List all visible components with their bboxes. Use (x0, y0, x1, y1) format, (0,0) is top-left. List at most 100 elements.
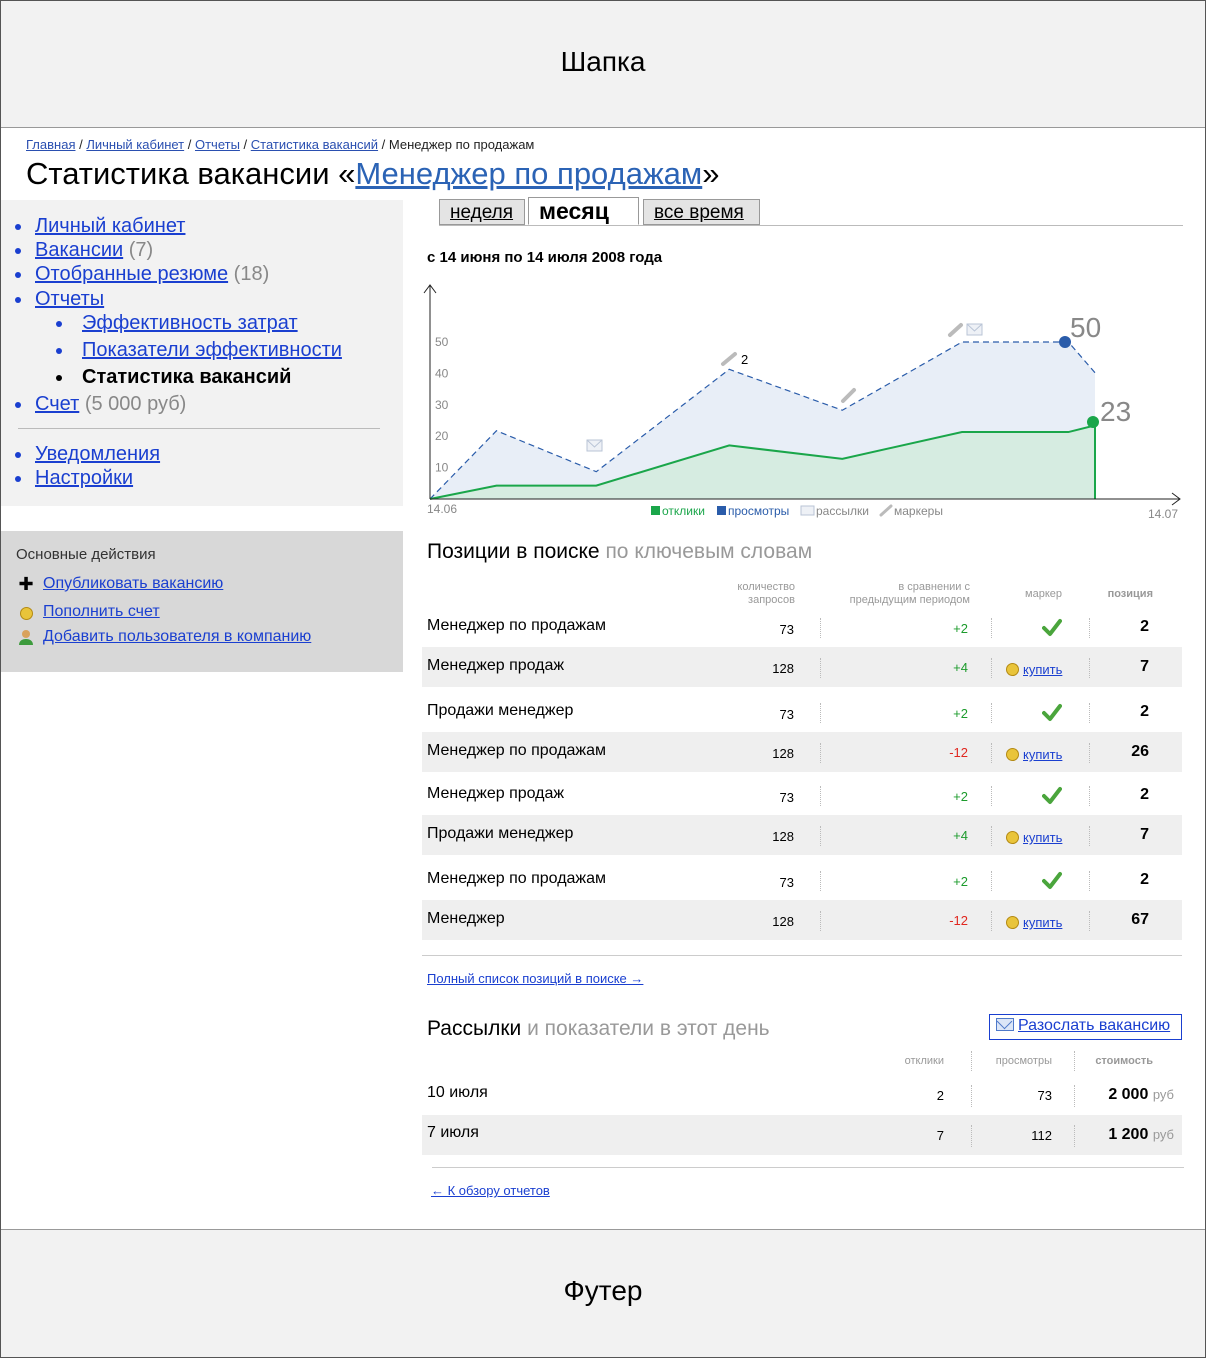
mailing-cost: 2 000 руб (1108, 1086, 1174, 1103)
buy-marker-link[interactable]: купить (1006, 662, 1076, 677)
publish-vacancy-action[interactable]: ✚ Опубликовать вакансию (18, 575, 223, 593)
position-cell: 2 (1140, 786, 1149, 803)
keyword-cell: Продажи менеджер (427, 702, 574, 719)
table-row: 10 июля 2 73 2 000 руб (422, 1075, 1182, 1115)
page-footer: Футер (0, 1229, 1206, 1358)
mailings-divider (432, 1167, 1184, 1168)
sidebar-item-notifications[interactable]: Уведомления (15, 443, 160, 466)
x-start-label: 14.06 (427, 502, 457, 516)
views-peak-callout: 50 (1070, 312, 1101, 343)
breadcrumb-home[interactable]: Главная (26, 137, 75, 152)
x-end-label: 14.07 (1148, 507, 1178, 521)
send-vacancy-button[interactable]: Разослать вакансию (989, 1014, 1182, 1040)
buy-marker-link[interactable]: купить (1006, 915, 1076, 930)
mailing-views: 73 (1037, 1088, 1052, 1103)
table-row: Менеджер по продажам 73 +2 2 (422, 860, 1182, 900)
keyword-cell: Менеджер по продажам (427, 742, 607, 759)
keyword-cell: Менеджер по продажам (427, 870, 607, 887)
keyword-cell: Менеджер (427, 910, 505, 927)
breadcrumb-reports[interactable]: Отчеты (195, 137, 240, 152)
legend-views: просмотры (728, 504, 789, 518)
breadcrumb-stats[interactable]: Статистика вакансий (251, 137, 378, 152)
keyword-cell: Менеджер продаж (427, 657, 565, 674)
plus-icon: ✚ (18, 574, 34, 594)
y-tick-label: 30 (435, 398, 449, 412)
sidebar-item-resumes[interactable]: Отобранные резюме (18) (15, 263, 269, 286)
main-actions-box: Основные действия ✚ Опубликовать ваканси… (0, 531, 403, 672)
mailing-cost: 1 200 руб (1108, 1126, 1174, 1143)
queries-cell: 73 (779, 790, 794, 805)
sidebar-subitem-cost-efficiency[interactable]: Эффективность затрат (56, 312, 298, 335)
mailing-responses: 7 (936, 1128, 944, 1143)
keyword-cell: Менеджер по продажам (427, 617, 607, 634)
table-row: Менеджер продаж 73 +2 2 (422, 775, 1182, 815)
actions-title: Основные действия (16, 546, 156, 563)
mailing-icon (966, 323, 983, 336)
col-position-header: позиция (1107, 588, 1153, 600)
coins-icon (1006, 663, 1019, 676)
table-row: Менеджер продаж 128 +4 купить 7 (422, 647, 1182, 687)
period-label: с 14 июня по 14 июля 2008 года (427, 249, 663, 266)
vacancy-title-link[interactable]: Менеджер по продажам (355, 156, 702, 191)
legend-swatch-responses (651, 506, 660, 515)
tab-all-time[interactable]: все время (643, 199, 760, 225)
legend-swatch-mailings (800, 505, 815, 516)
col-views-header: просмотры (995, 1055, 1052, 1067)
diff-cell: +4 (953, 828, 968, 843)
diff-cell: +2 (953, 874, 968, 889)
table-row: 7 июля 7 112 1 200 руб (422, 1115, 1182, 1155)
check-icon (1042, 704, 1062, 721)
footer-label: Футер (563, 1275, 643, 1306)
check-icon (1042, 619, 1062, 636)
sidebar-item-account[interactable]: Счет (5 000 руб) (15, 393, 186, 416)
sidebar-item-reports[interactable]: Отчеты (15, 288, 104, 311)
top-up-account-action[interactable]: Пополнить счет (19, 603, 160, 621)
check-icon (1042, 787, 1062, 804)
table-row: Менеджер по продажам 73 +2 2 (422, 607, 1182, 647)
tab-week[interactable]: неделя (439, 199, 525, 225)
keyword-cell: Менеджер продаж (427, 785, 565, 802)
page-header: Шапка (0, 0, 1206, 128)
y-tick-label: 50 (435, 335, 449, 349)
header-label: Шапка (560, 46, 646, 77)
page-title: Статистика вакансии «Менеджер по продажа… (26, 156, 720, 191)
full-positions-link[interactable]: Полный список позиций в поиске → (427, 971, 643, 986)
breadcrumb-current: Менеджер по продажам (388, 137, 535, 152)
mailing-icon (586, 439, 603, 452)
marker-count-label: 2 (741, 352, 748, 367)
add-user-action[interactable]: Добавить пользователя в компанию (19, 628, 311, 646)
table-row: Менеджер по продажам 128 -12 купить 26 (422, 732, 1182, 772)
marker-icon (948, 323, 963, 337)
positions-title: Позиции в поиске по ключевым словам (427, 540, 813, 563)
buy-marker-link[interactable]: купить (1006, 747, 1076, 762)
queries-cell: 73 (779, 707, 794, 722)
diff-cell: +2 (953, 621, 968, 636)
legend-responses: отклики (662, 504, 705, 518)
sidebar-item-cabinet[interactable]: Личный кабинет (15, 215, 185, 238)
mailing-date: 7 июля (427, 1124, 479, 1141)
mailing-responses: 2 (936, 1088, 944, 1103)
coins-icon (1006, 831, 1019, 844)
position-cell: 2 (1140, 871, 1149, 888)
marker-icon (721, 352, 737, 366)
position-cell: 7 (1140, 658, 1149, 675)
buy-marker-link[interactable]: купить (1006, 830, 1076, 845)
check-icon (1042, 872, 1062, 889)
y-tick-label: 20 (435, 429, 449, 443)
user-add-icon (17, 628, 35, 646)
position-cell: 7 (1140, 826, 1149, 843)
stats-chart-svg: 10 20 30 40 50 50 23 2 14.06 14.07 отклики п… (423, 284, 1181, 521)
back-to-reports-link[interactable]: ← К обзору отчетов (431, 1183, 550, 1198)
legend-swatch-markers (879, 504, 893, 517)
sidebar-divider (18, 428, 380, 429)
sidebar-item-vacancies[interactable]: Вакансии (7) (15, 239, 153, 262)
sidebar-subitem-efficiency-metrics[interactable]: Показатели эффективности (56, 339, 342, 362)
stats-chart: 10 20 30 40 50 50 23 2 14.06 14.07 отклики п… (420, 280, 1190, 525)
table-row: Менеджер 128 -12 купить 67 (422, 900, 1182, 940)
breadcrumb-cabinet[interactable]: Личный кабинет (86, 137, 184, 152)
col-marker-header: маркер (1025, 588, 1062, 600)
legend-swatch-views (717, 506, 726, 515)
col-compare-header: в сравнении с предыдущим периодом (849, 581, 970, 606)
col-responses-header: отклики (904, 1055, 944, 1067)
sidebar-item-settings[interactable]: Настройки (15, 467, 133, 490)
